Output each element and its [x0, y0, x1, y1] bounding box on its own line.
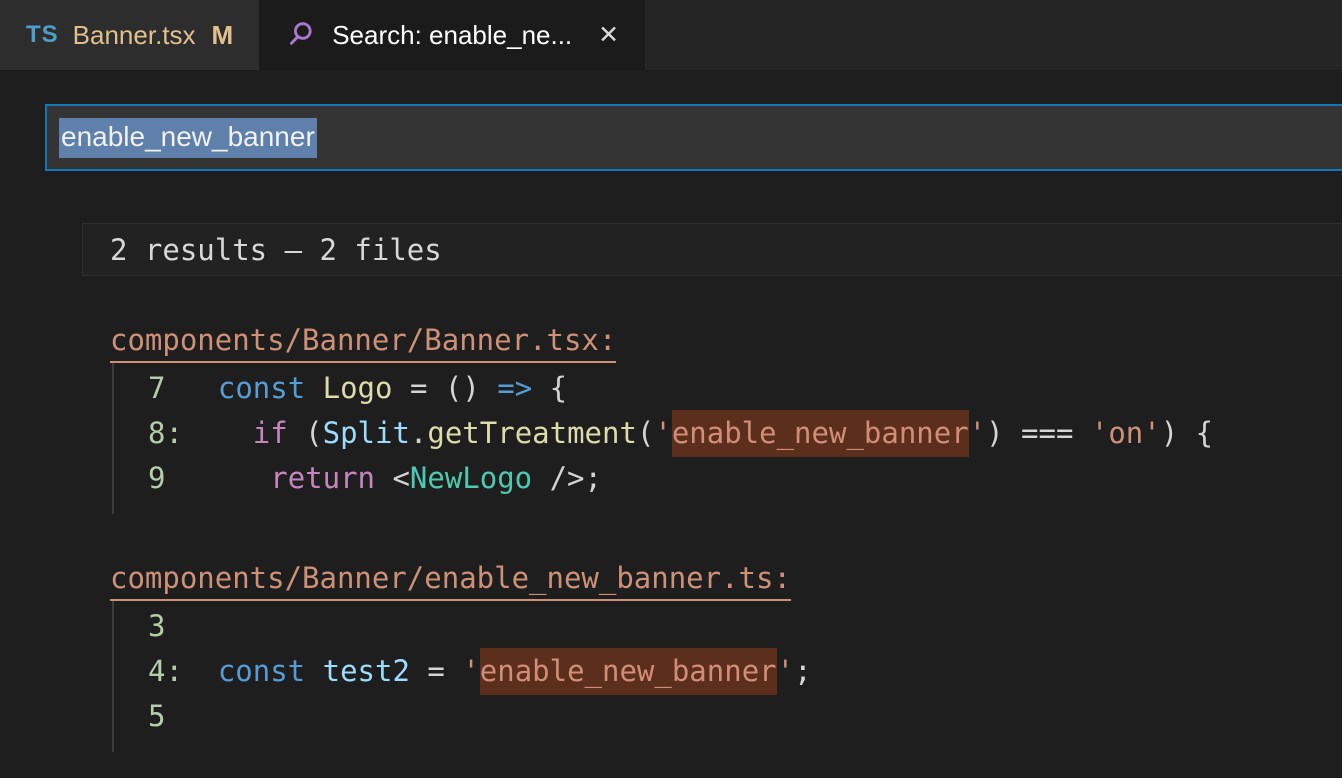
line-number: 9 [148, 461, 165, 495]
code-token: 'on' [1091, 416, 1161, 450]
result-code-block: 7 const Logo = () => {8: if (Split.getTr… [112, 363, 1342, 514]
code-line: 8: if (Split.getTreatment('enable_new_ba… [114, 411, 1342, 456]
code-line: 9 return <NewLogo />; [114, 456, 1342, 501]
search-match-highlight: enable_new_banner [672, 410, 969, 457]
line-number: 4: [148, 654, 183, 688]
line-number: 7 [148, 371, 165, 405]
code-token: . [410, 416, 427, 450]
modified-badge: M [212, 20, 234, 51]
results-summary: 2 results – 2 files [110, 233, 442, 267]
code-token [305, 371, 322, 405]
code-token: ) { [1161, 416, 1213, 450]
code-token: < [375, 461, 410, 495]
code-token [305, 654, 322, 688]
code-line: 3 [114, 604, 1342, 649]
typescript-file-icon: TS [26, 21, 59, 49]
code-line: 7 const Logo = () => { [114, 366, 1342, 411]
line-number: 5 [148, 699, 165, 733]
code-token: const [218, 371, 305, 405]
result-file-path[interactable]: components/Banner/enable_new_banner.ts: [110, 560, 791, 601]
code-token: Split [323, 416, 410, 450]
code-token: ( [637, 416, 654, 450]
code-token: if [253, 416, 288, 450]
search-icon [286, 19, 318, 51]
editor-tab-bar: TS Banner.tsx M Search: enable_ne... ✕ [0, 0, 1342, 70]
code-token: const [218, 654, 305, 688]
code-token: test2 [323, 654, 410, 688]
code-token [183, 416, 253, 450]
code-token: getTreatment [427, 416, 637, 450]
code-token: NewLogo [410, 461, 532, 495]
search-match-highlight: enable_new_banner [480, 648, 777, 695]
code-token: ; [794, 654, 811, 688]
search-editor-surface: enable_new_banner 2 results – 2 files co… [0, 70, 1342, 778]
code-token [165, 371, 217, 405]
code-line: 5 [114, 694, 1342, 739]
code-token: ' [777, 654, 794, 688]
close-icon[interactable]: ✕ [598, 20, 619, 50]
tab-label: Search: enable_ne... [332, 20, 572, 51]
code-token [165, 461, 270, 495]
line-number: 8: [148, 416, 183, 450]
code-line: 4: const test2 = 'enable_new_banner'; [114, 649, 1342, 694]
code-token: = [410, 654, 462, 688]
search-query-input[interactable]: enable_new_banner [45, 104, 1342, 171]
tab-search-editor[interactable]: Search: enable_ne... ✕ [260, 0, 645, 70]
results-container: components/Banner/Banner.tsx:7 const Log… [0, 276, 1342, 778]
code-token: return [270, 461, 375, 495]
code-token: />; [532, 461, 602, 495]
result-file-heading[interactable]: components/Banner/Banner.tsx: [110, 322, 1342, 363]
results-summary-line: 2 results – 2 files [82, 223, 1342, 276]
code-token: ( [288, 416, 323, 450]
tab-banner-tsx[interactable]: TS Banner.tsx M [0, 0, 260, 70]
code-token [183, 654, 218, 688]
code-token: ' [969, 416, 986, 450]
result-file-path[interactable]: components/Banner/Banner.tsx: [110, 322, 616, 363]
selected-query-text: enable_new_banner [59, 118, 317, 158]
result-code-block: 3 4: const test2 = 'enable_new_banner'; 5 [112, 601, 1342, 752]
code-token: ' [654, 416, 671, 450]
tab-label: Banner.tsx [73, 20, 196, 51]
code-token: => [497, 371, 532, 405]
result-file-heading[interactable]: components/Banner/enable_new_banner.ts: [110, 560, 1342, 601]
code-token: Logo [323, 371, 393, 405]
code-token: = () [392, 371, 497, 405]
code-token: ) === [986, 416, 1091, 450]
code-token: { [532, 371, 567, 405]
line-number: 3 [148, 609, 165, 643]
code-token: ' [462, 654, 479, 688]
